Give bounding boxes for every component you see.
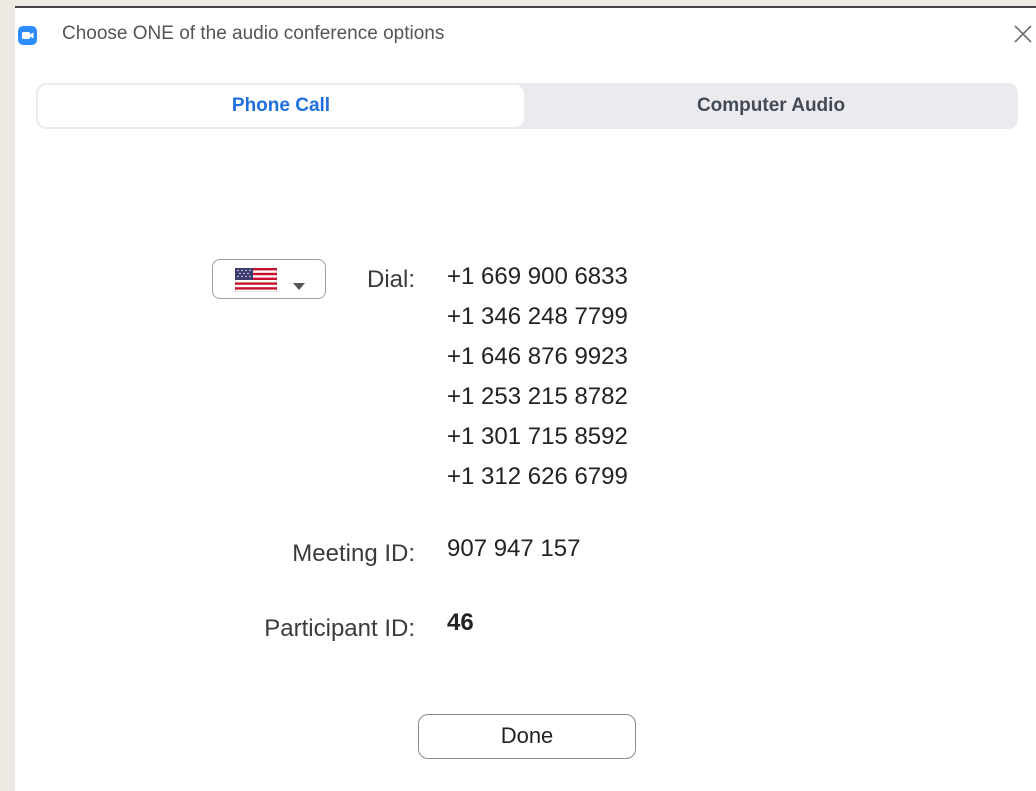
dial-number: +1 312 626 6799 (447, 463, 628, 490)
country-dropdown[interactable] (212, 259, 326, 299)
caret-down-icon (293, 277, 305, 295)
tab-computer-audio[interactable]: Computer Audio (524, 83, 1018, 129)
tab-phone-call[interactable]: Phone Call (38, 85, 524, 127)
dial-number: +1 301 715 8592 (447, 423, 628, 450)
dial-number: +1 346 248 7799 (447, 303, 628, 330)
done-button[interactable]: Done (418, 714, 636, 759)
zoom-camera-icon (18, 26, 37, 45)
dialog-title: Choose ONE of the audio conference optio… (62, 23, 445, 44)
participant-id-value: 46 (447, 609, 474, 636)
dial-number: +1 669 900 6833 (447, 263, 628, 290)
close-icon[interactable] (1010, 21, 1036, 47)
audio-conference-dialog: Choose ONE of the audio conference optio… (15, 6, 1036, 791)
us-flag-icon (234, 267, 278, 297)
dial-numbers-list: +1 669 900 6833 +1 346 248 7799 +1 646 8… (447, 261, 628, 501)
participant-id-label: Participant ID: (264, 615, 415, 642)
meeting-id-label: Meeting ID: (292, 540, 415, 567)
dial-label: Dial: (366, 266, 415, 293)
audio-option-tabs: Phone Call Computer Audio (36, 83, 1018, 129)
dial-number: +1 646 876 9923 (447, 343, 628, 370)
dial-number: +1 253 215 8782 (447, 383, 628, 410)
meeting-id-value: 907 947 157 (447, 535, 581, 562)
title-bar: Choose ONE of the audio conference optio… (15, 8, 1036, 58)
